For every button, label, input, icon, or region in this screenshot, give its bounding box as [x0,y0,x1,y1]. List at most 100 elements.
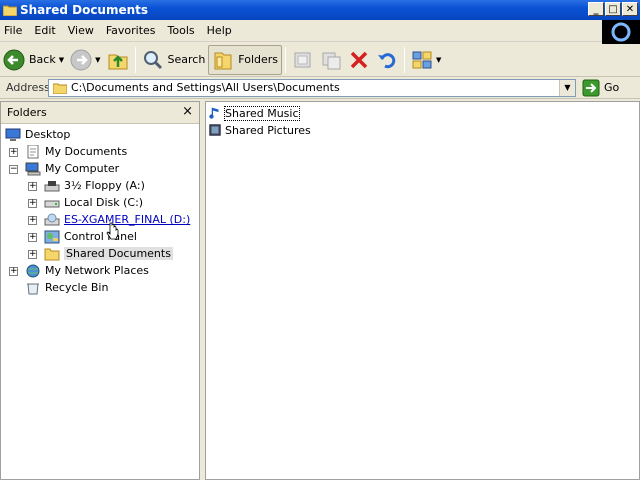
expand-icon[interactable]: + [9,267,18,276]
back-arrow-icon [3,49,25,70]
move-to-icon [294,52,311,67]
content-pane: Shared Music Shared Pictures [205,101,640,480]
list-item-shared-music[interactable]: Shared Music [208,105,300,121]
move-to-button[interactable] [289,45,317,75]
menu-file[interactable]: File [0,20,28,42]
undo-icon [378,52,396,68]
folder-icon [44,248,60,260]
address-dropdown-icon[interactable]: ▼ [559,79,575,96]
menu-tools[interactable]: Tools [162,20,201,42]
tree-item-label: My Computer [45,162,120,175]
delete-button[interactable] [345,45,373,75]
windows-logo [602,20,640,44]
menu-edit[interactable]: Edit [28,20,61,42]
window-title: Shared Documents [20,3,149,17]
expand-icon[interactable]: + [28,182,37,191]
back-label: Back [29,53,56,66]
tree-item-floppy[interactable]: 3½ Floppy (A:) [44,177,145,194]
expand-icon[interactable]: + [9,148,18,157]
tree-item-label: Desktop [25,128,71,141]
expand-icon[interactable]: + [28,199,37,208]
search-label: Search [167,53,206,66]
address-field[interactable]: C:\Documents and Settings\All Users\Docu… [48,78,576,97]
control-panel-icon [44,230,60,243]
go-button[interactable]: Go [582,79,619,97]
windows-flag-icon [611,22,631,42]
views-icon [412,51,432,68]
folders-pane-header: Folders × [1,102,199,124]
my-computer-icon [25,162,41,175]
my-documents-icon [27,144,39,158]
tree-item-label: 3½ Floppy (A:) [64,179,145,192]
recycle-bin-icon [27,283,39,294]
tree-item-local-disk[interactable]: Local Disk (C:) [44,194,143,211]
tree-item-label: Recycle Bin [45,281,109,294]
floppy-drive-icon [44,180,60,191]
tree-item-my-documents[interactable]: My Documents [25,143,127,160]
expand-icon[interactable]: + [28,216,37,225]
tree-item-recycle-bin[interactable]: Recycle Bin [25,279,108,296]
tree-item-desktop[interactable]: Desktop [5,126,70,143]
tree-item-label: Local Disk (C:) [64,196,144,209]
list-item-shared-pictures[interactable]: Shared Pictures [208,122,311,138]
address-bar: Address C:\Documents and Settings\All Us… [0,77,640,99]
back-button[interactable]: Back ▼ [0,45,67,75]
views-dropdown-icon[interactable]: ▼ [436,56,441,64]
toolbar-separator [404,46,406,73]
folders-icon [214,52,232,69]
toolbar: Back ▼ ▼ Search Folders ▼ [0,43,640,77]
expand-icon[interactable]: + [28,250,37,259]
forward-button[interactable]: ▼ [67,45,103,75]
list-item-label: Shared Music [224,105,300,121]
up-folder-icon [108,54,127,69]
views-button[interactable]: ▼ [408,45,444,75]
pictures-folder-icon [209,124,221,136]
maximize-button[interactable]: □ [605,2,621,16]
network-places-icon [26,264,40,277]
close-button[interactable]: ✕ [622,2,638,16]
folder-icon [53,83,67,94]
folders-label: Folders [238,53,279,66]
forward-dropdown-icon[interactable]: ▼ [95,56,100,64]
go-label: Go [604,81,620,94]
desktop-icon [5,128,21,141]
folder-icon [3,5,17,16]
title-bar[interactable]: Shared Documents _ □ ✕ [0,0,640,20]
address-label: Address [6,81,50,94]
up-folder-button[interactable] [104,45,132,75]
undo-button[interactable] [373,45,401,75]
copy-to-icon [322,52,341,69]
minimize-button[interactable]: _ [588,2,604,16]
close-pane-icon[interactable]: × [182,104,193,119]
search-button[interactable]: Search [139,45,209,75]
menu-help[interactable]: Help [201,20,238,42]
tree-item-label: My Documents [45,145,128,158]
copy-to-button[interactable] [317,45,345,75]
menu-bar: File Edit View Favorites Tools Help [0,20,640,42]
expand-icon[interactable]: + [28,233,37,242]
tree-item-shared-documents[interactable]: Shared Documents [44,245,173,262]
address-value[interactable]: C:\Documents and Settings\All Users\Docu… [71,81,340,94]
tree-item-control-panel[interactable]: Control Panel [44,228,137,245]
folders-pane-title: Folders [7,106,47,119]
tree-item-label: Shared Documents [64,247,173,260]
cd-drive-icon [44,213,60,225]
hard-disk-icon [44,200,60,207]
menu-view[interactable]: View [62,20,100,42]
delete-icon [350,51,368,68]
forward-arrow-icon [70,49,92,70]
tree-item-network-places[interactable]: My Network Places [25,262,149,279]
tree-item-my-computer[interactable]: My Computer [25,160,119,177]
collapse-icon[interactable]: − [9,165,18,174]
tree-item-label: Control Panel [64,230,137,243]
tree-item-label: My Network Places [45,264,149,277]
back-dropdown-icon[interactable]: ▼ [59,56,64,64]
music-folder-icon [209,107,219,119]
folders-button[interactable]: Folders [208,44,283,75]
menu-favorites[interactable]: Favorites [100,20,162,42]
folders-pane: Folders × Desktop + My Documents − My Co… [0,101,200,480]
toolbar-separator [285,46,287,73]
mouse-cursor-icon [106,222,119,240]
go-arrow-icon [582,79,600,96]
toolbar-separator [134,46,136,73]
